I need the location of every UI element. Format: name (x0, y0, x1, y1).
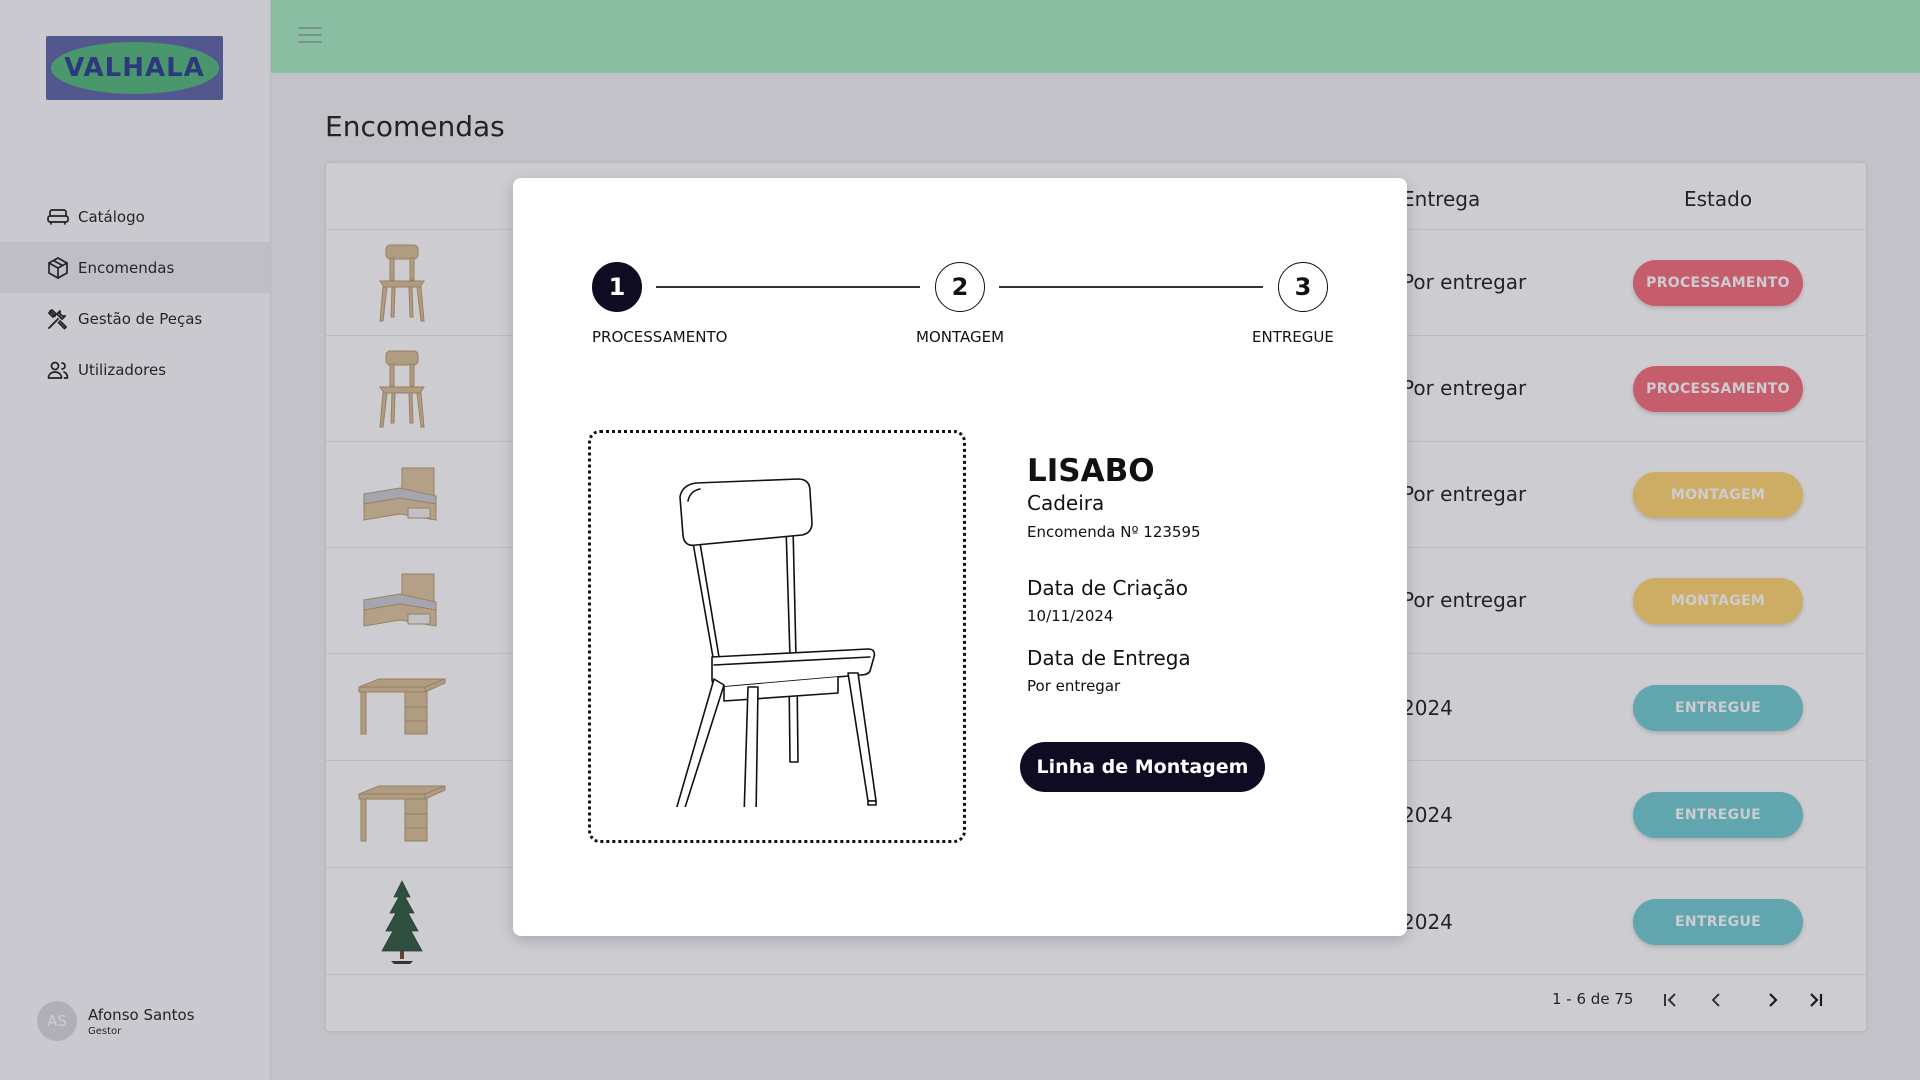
step-1-label: PROCESSAMENTO (592, 328, 728, 346)
assembly-line-button[interactable]: Linha de Montagem (1020, 742, 1265, 792)
step-2-indicator[interactable]: 2 (935, 262, 985, 312)
product-type: Cadeira (1027, 491, 1105, 515)
step-2-label: MONTAGEM (916, 328, 1005, 346)
product-name: LISABO (1027, 453, 1155, 489)
creation-date-value: 10/11/2024 (1027, 607, 1114, 625)
stepper-connector (656, 286, 920, 288)
order-number: Encomenda Nº 123595 (1027, 523, 1201, 541)
stepper-connector (999, 286, 1263, 288)
creation-date-label: Data de Criação (1027, 576, 1188, 600)
product-image-frame (588, 430, 966, 843)
delivery-date-label: Data de Entrega (1027, 646, 1191, 670)
order-detail-modal: 1 2 3 PROCESSAMENTO MONTAGEM ENTREGUE LI… (513, 178, 1407, 936)
step-3-label: ENTREGUE (1252, 328, 1334, 346)
step-1-indicator[interactable]: 1 (592, 262, 642, 312)
step-3-indicator[interactable]: 3 (1278, 262, 1328, 312)
chair-line-drawing (676, 477, 877, 807)
delivery-date-value: Por entregar (1027, 677, 1121, 695)
